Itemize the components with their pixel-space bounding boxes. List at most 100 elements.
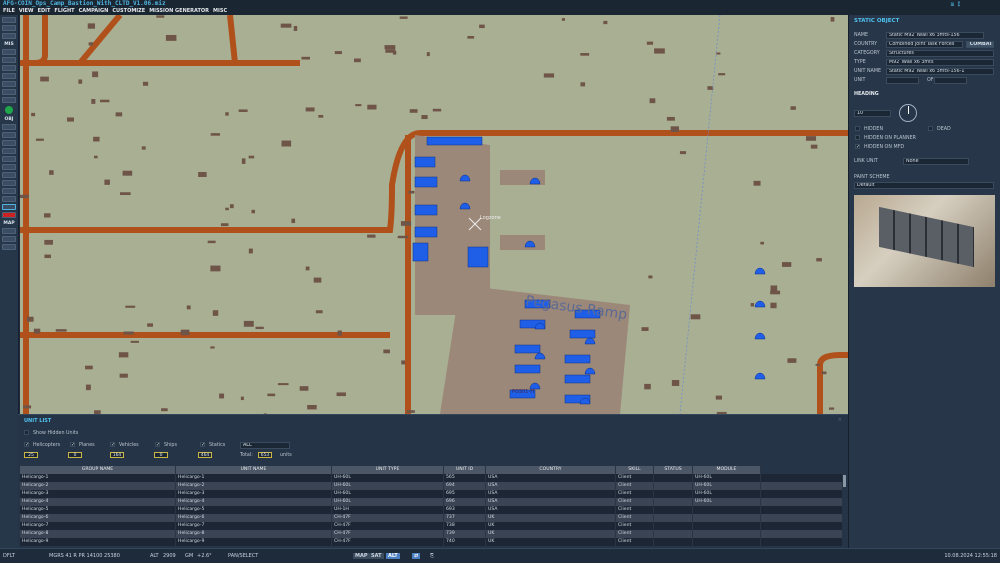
obj-lines[interactable] [2,196,16,202]
name-field[interactable]: Static M92 Twall x6 3mts-156 [886,32,984,39]
obj-ship[interactable] [2,148,16,154]
obj-plane[interactable] [2,132,16,138]
static-unit[interactable] [514,344,541,354]
obj-target[interactable] [2,188,16,194]
unit-spinner[interactable] [886,77,919,84]
column-header[interactable]: UNIT NAME [176,466,332,474]
static-unit[interactable] [414,204,438,216]
static-unit[interactable] [564,354,591,364]
menu-view[interactable]: VIEW [19,8,34,14]
save-button[interactable] [2,25,16,31]
helicopter-unit[interactable] [754,300,766,308]
static-unit[interactable] [414,176,438,188]
tool-7[interactable] [2,97,16,103]
menu-file[interactable]: FILE [3,8,15,14]
screenshot-icon[interactable]: ⎘ [430,549,434,563]
map-canvas[interactable]: Pegasus Ramp Logzone PGS01-H [20,15,848,414]
country-select[interactable]: Combined Joint Task Forces [886,41,963,48]
static-unit[interactable] [412,242,429,262]
unit-of-spinner[interactable] [934,77,967,84]
alt-map-button[interactable]: ALT [386,553,400,559]
tool-4[interactable] [2,73,16,79]
filter-helicopters-checkbox[interactable]: ✓ [24,442,29,448]
save-as-button[interactable] [2,33,16,39]
dead-checkbox[interactable] [928,126,933,131]
table-row[interactable]: Helicargo-8 Helicargo-8 CH-47F 739 UK Client [20,530,842,538]
menu-misc[interactable]: MISC [213,8,227,14]
obj-draw[interactable] [2,204,16,210]
type-select[interactable]: M92 Twall x6 3mts [886,59,994,66]
obj-nav[interactable] [2,180,16,186]
open-button[interactable] [2,17,16,23]
map-tool-2[interactable] [2,236,16,242]
tool-2[interactable] [2,57,16,63]
helicopter-unit[interactable] [754,267,766,275]
menu-customize[interactable]: CUSTOMIZE [112,8,145,14]
link-unit-select[interactable]: None [903,158,969,165]
column-header[interactable]: UNIT TYPE [332,466,444,474]
static-unit[interactable] [564,374,591,384]
obj-static[interactable] [2,156,16,162]
table-row[interactable]: Helicargo-9 Helicargo-9 CH-47F 740 UK Client [20,538,842,546]
close-icon[interactable]: × [838,417,842,423]
table-scrollbar[interactable] [843,475,846,487]
map-tool-1[interactable] [2,228,16,234]
helicopter-unit[interactable] [754,332,766,340]
unit-name-field[interactable]: Static M92 Twall x6 3mts-156-1 [886,68,994,75]
table-row[interactable]: Helicargo-6 Helicargo-6 CH-47F 737 UK Client [20,514,842,522]
heading-field[interactable]: 10 [854,110,891,117]
filter-planes-checkbox[interactable]: ✓ [70,442,75,448]
mode-indicator[interactable]: DFLT [3,549,15,563]
tool-1[interactable] [2,49,16,55]
column-header[interactable]: UNIT ID [444,466,486,474]
table-row[interactable]: Helicargo-3 Helicargo-3 UH-60L 695 USA Client… [20,490,842,498]
coalition-select[interactable]: ALL [240,442,290,449]
obj-delete[interactable] [2,212,16,218]
combat-button[interactable]: COMBAT [966,41,994,48]
layers-icon[interactable]: ⇄ [412,553,421,559]
map-button[interactable]: MAP [353,553,370,559]
obj-zone[interactable] [2,172,16,178]
map-tool-3[interactable] [2,244,16,250]
hidden-checkbox[interactable] [855,126,860,131]
menu-flight[interactable]: FLIGHT [54,8,74,14]
column-header[interactable]: SKILL [616,466,654,474]
paint-scheme-select[interactable]: Default [854,182,994,189]
menu-campaign[interactable]: CAMPAIGN [79,8,109,14]
tool-5[interactable] [2,81,16,87]
static-unit[interactable] [414,226,438,238]
helicopter-unit[interactable] [754,372,766,380]
column-header[interactable]: MODULE [693,466,761,474]
obj-vehicle[interactable] [2,140,16,146]
filter-vehicles-checkbox[interactable]: ✓ [110,442,115,448]
heading-dial[interactable] [899,104,917,122]
obj-helicopter[interactable] [2,124,16,130]
static-unit[interactable] [414,156,436,168]
column-header[interactable]: STATUS [654,466,693,474]
static-unit[interactable] [467,246,489,268]
table-row[interactable]: Helicargo-1 Helicargo-1 UH-60L 565 USA Client… [20,474,842,482]
help-icon[interactable] [5,106,13,114]
hidden-mfd-checkbox[interactable]: ✓ [855,144,860,150]
column-header[interactable]: GROUP NAME [20,466,176,474]
map-view[interactable]: Pegasus Ramp Logzone PGS01-H [20,15,848,414]
table-row[interactable]: Helicargo-4 Helicargo-4 UH-60L 696 USA Client… [20,498,842,506]
filter-statics-checkbox[interactable]: ✓ [200,442,205,448]
static-unit[interactable] [569,329,596,339]
obj-template[interactable] [2,164,16,170]
menu-mission-generator[interactable]: MISSION GENERATOR [149,8,209,14]
table-row[interactable]: Helicargo-7 Helicargo-7 CH-47F 738 UK Client [20,522,842,530]
show-hidden-checkbox[interactable] [24,430,29,435]
category-select[interactable]: Structures [886,50,994,57]
tool-3[interactable] [2,65,16,71]
menu-edit[interactable]: EDIT [38,8,51,14]
static-unit[interactable] [426,136,483,146]
column-header[interactable]: COUNTRY [486,466,616,474]
hidden-planner-checkbox[interactable] [855,135,860,140]
table-row[interactable]: Helicargo-2 Helicargo-2 UH-60L 694 USA Client… [20,482,842,490]
sat-button[interactable]: SAT [369,553,384,559]
static-unit[interactable] [514,364,541,374]
tool-6[interactable] [2,89,16,95]
filter-ships-checkbox[interactable]: ✓ [155,442,160,448]
table-row[interactable]: Helicargo-5 Helicargo-5 UH-1H 693 USA Client [20,506,842,514]
